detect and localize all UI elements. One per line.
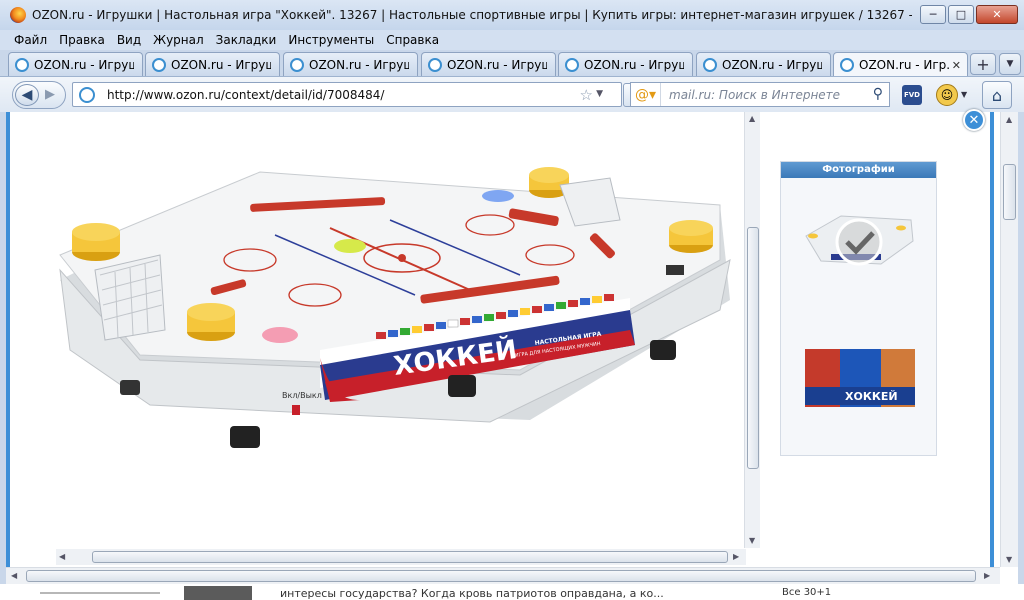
search-bar[interactable]: @▾ mail.ru: Поиск в Интернете ⚲ xyxy=(630,82,890,107)
page-horizontal-scroll-thumb[interactable] xyxy=(26,570,976,582)
smiley-extension-icon[interactable]: ☺ xyxy=(936,84,958,106)
tab-7-active[interactable]: OZON.ru - Игр... ✕ xyxy=(833,52,968,77)
underlying-page-strip: интересы государства? Когда кровь патрио… xyxy=(0,584,1024,600)
ozon-favicon-icon xyxy=(565,57,579,72)
firefox-logo-icon xyxy=(10,7,26,23)
tab-4[interactable]: OZON.ru - Игруш... xyxy=(421,52,556,76)
scroll-left-arrow-icon[interactable]: ◀ xyxy=(59,552,65,561)
forward-arrow-icon: ▶ xyxy=(45,87,55,102)
ozon-favicon-icon xyxy=(428,57,442,72)
menu-tools[interactable]: Инструменты xyxy=(288,33,374,47)
ozon-favicon-icon xyxy=(840,58,854,72)
product-image-hockey-table: ХОККЕЙ НАСТОЛЬНАЯ ИГРА ИГРА ДЛЯ НАСТОЯЩИ… xyxy=(59,167,731,448)
minimize-button[interactable]: ─ xyxy=(920,5,946,24)
tab-1[interactable]: OZON.ru - Игруш... xyxy=(8,52,143,76)
close-window-button[interactable]: ✕ xyxy=(976,5,1018,24)
tab-label: OZON.ru - Игр... xyxy=(859,58,951,72)
menu-history[interactable]: Журнал xyxy=(153,33,204,47)
tab-label: OZON.ru - Игруш... xyxy=(34,57,134,72)
divider xyxy=(40,592,160,594)
window-titlebar: OZON.ru - Игрушки | Настольная игра "Хок… xyxy=(0,0,1024,30)
lightbox-border-left xyxy=(6,112,10,572)
navigation-toolbar: ◀ ▶ http://www.ozon.ru/context/detail/id… xyxy=(0,76,1024,112)
site-identity-icon[interactable] xyxy=(79,86,95,103)
photos-panel-header: Фотографии xyxy=(781,162,936,178)
search-engine-icon[interactable]: @▾ xyxy=(631,83,661,106)
tab-2[interactable]: OZON.ru - Игруш... xyxy=(145,52,280,76)
ozon-favicon-icon xyxy=(290,57,304,72)
tab-3[interactable]: OZON.ru - Игруш... xyxy=(283,52,418,76)
page-horizontal-scrollbar[interactable]: ◀ ▶ xyxy=(6,567,1000,584)
maximize-button[interactable]: □ xyxy=(948,5,974,24)
page-vertical-scrollbar[interactable]: ▲ ▼ xyxy=(1000,112,1018,567)
lightbox-border-right xyxy=(990,112,994,572)
page-scroll-down-arrow-icon[interactable]: ▼ xyxy=(1006,555,1012,564)
url-text[interactable]: http://www.ozon.ru/context/detail/id/700… xyxy=(107,88,384,102)
fvd-extension-icon[interactable]: FVD xyxy=(902,85,922,105)
list-all-tabs-button[interactable]: ▼ xyxy=(999,53,1021,75)
image-horizontal-scrollbar[interactable]: ◀ ▶ xyxy=(56,549,746,565)
menu-edit[interactable]: Правка xyxy=(59,33,105,47)
tab-6[interactable]: OZON.ru - Игруш... xyxy=(696,52,831,76)
article-snippet[interactable]: интересы государства? Когда кровь патрио… xyxy=(280,587,664,600)
power-switch-label: Вкл/Выкл xyxy=(282,391,322,400)
tab-5[interactable]: OZON.ru - Игруш... xyxy=(558,52,693,76)
close-icon: ✕ xyxy=(968,112,980,128)
home-icon: ⌂ xyxy=(991,85,1003,105)
bookmark-star-icon[interactable]: ☆ xyxy=(580,86,593,104)
home-button[interactable]: ⌂ xyxy=(982,81,1012,109)
tab-label: OZON.ru - Игруш... xyxy=(584,57,684,72)
tab-label: OZON.ru - Игруш... xyxy=(722,57,822,72)
new-tab-button[interactable]: + xyxy=(970,53,996,75)
menu-bookmarks[interactable]: Закладки xyxy=(216,33,277,47)
window-title: OZON.ru - Игрушки | Настольная игра "Хок… xyxy=(32,8,912,22)
photos-panel: Фотографии ХОККЕЙ xyxy=(780,161,937,456)
scroll-right-arrow-icon[interactable]: ▶ xyxy=(733,552,739,561)
forward-button[interactable]: ▶ xyxy=(45,87,55,102)
page-scroll-left-arrow-icon[interactable]: ◀ xyxy=(11,571,17,580)
photo-thumbnail-1[interactable] xyxy=(801,206,917,276)
tab-bar: OZON.ru - Игруш... OZON.ru - Игруш... OZ… xyxy=(0,50,1024,77)
close-lightbox-button[interactable]: ✕ xyxy=(963,109,985,131)
article-image xyxy=(184,586,252,600)
reviews-count-link[interactable]: Все 30+1 xyxy=(782,587,831,598)
photo-thumbnail-2-box[interactable]: ХОККЕЙ xyxy=(803,345,917,411)
back-button[interactable]: ◀ xyxy=(15,84,39,106)
tab-label: OZON.ru - Игруш... xyxy=(171,57,271,72)
back-arrow-icon: ◀ xyxy=(21,87,33,103)
menu-view[interactable]: Вид xyxy=(117,33,141,47)
tab-label: OZON.ru - Игруш... xyxy=(447,57,547,72)
page-scroll-up-arrow-icon[interactable]: ▲ xyxy=(1006,115,1012,124)
thumbnail-box-title: ХОККЕЙ xyxy=(845,390,898,403)
ozon-favicon-icon xyxy=(152,57,166,72)
back-forward-group: ◀ ▶ xyxy=(12,81,66,109)
scroll-down-arrow-icon[interactable]: ▼ xyxy=(749,536,755,545)
window-controls: ─ □ ✕ xyxy=(920,5,1018,24)
extension-dropdown-icon[interactable]: ▼ xyxy=(961,90,967,99)
url-bar[interactable]: http://www.ozon.ru/context/detail/id/700… xyxy=(72,82,647,107)
search-placeholder[interactable]: mail.ru: Поиск в Интернете xyxy=(669,88,840,102)
image-vertical-scroll-thumb[interactable] xyxy=(747,227,759,469)
menu-bar: Файл Правка Вид Журнал Закладки Инструме… xyxy=(0,30,1024,50)
ozon-favicon-icon xyxy=(703,57,717,72)
ozon-favicon-icon xyxy=(15,57,29,72)
page-vertical-scroll-thumb[interactable] xyxy=(1003,164,1016,220)
menu-file[interactable]: Файл xyxy=(14,33,47,47)
url-history-dropdown-icon[interactable]: ▼ xyxy=(596,89,603,99)
image-horizontal-scroll-thumb[interactable] xyxy=(92,551,728,563)
scroll-up-arrow-icon[interactable]: ▲ xyxy=(749,114,755,123)
tab-label: OZON.ru - Игруш... xyxy=(309,57,409,72)
tab-close-icon[interactable]: ✕ xyxy=(952,59,961,72)
image-vertical-scrollbar[interactable]: ▲ ▼ xyxy=(744,112,760,548)
menu-help[interactable]: Справка xyxy=(386,33,439,47)
search-magnifier-icon[interactable]: ⚲ xyxy=(873,86,883,102)
page-scroll-right-arrow-icon[interactable]: ▶ xyxy=(984,571,990,580)
